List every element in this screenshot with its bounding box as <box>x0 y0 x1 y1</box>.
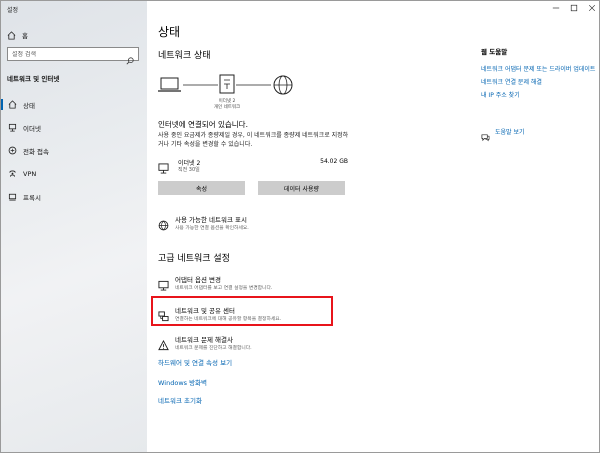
vpn-icon <box>8 169 17 178</box>
adapter-options-title: 어댑터 옵션 변경 <box>175 276 221 284</box>
show-networks-sub: 사용 가능한 연결 옵션을 확인하세요. <box>175 226 249 231</box>
troubleshooter-title: 네트워크 문제 해결사 <box>175 336 233 344</box>
minimize-icon[interactable] <box>547 1 565 15</box>
window-controls <box>547 1 599 15</box>
network-status-heading: 네트워크 상태 <box>158 51 211 61</box>
metered-description: 사용 중인 요금제가 종량제일 경우, 이 네트워크를 종량제 네트워크로 지정… <box>158 132 349 148</box>
warning-icon <box>158 336 169 351</box>
highlight-box <box>151 296 333 326</box>
home-label: 홈 <box>22 32 28 40</box>
sidebar-item-proxy[interactable]: 프록시 <box>1 185 147 208</box>
sidebar-section-title: 네트워크 및 인터넷 <box>7 75 60 83</box>
connection-status: 인터넷에 연결되어 있습니다. <box>158 120 248 129</box>
windows-firewall-link[interactable]: Windows 방화벽 <box>158 377 207 387</box>
ethernet-icon <box>8 123 17 132</box>
sidebar-item-label: 프록시 <box>23 193 41 202</box>
app-title: 설정 <box>7 7 19 14</box>
help-link-troubleshoot[interactable]: 네트워크 연결 문제 해결 <box>481 78 599 87</box>
home-icon <box>7 30 16 40</box>
home-nav[interactable]: 홈 <box>7 29 28 41</box>
home-network-icon <box>8 100 17 109</box>
sidebar-item-vpn[interactable]: VPN <box>1 162 147 185</box>
adapter-usage: 54.02 GB <box>320 158 348 165</box>
get-help-item[interactable]: 도움말 보기 <box>481 127 525 142</box>
settings-window: 설정 홈 네트워크 및 인터넷 상태 <box>0 0 600 453</box>
network-reset-link[interactable]: 네트워크 초기화 <box>158 395 202 405</box>
chat-icon <box>481 127 490 142</box>
show-networks-title: 사용 가능한 네트워크 표시 <box>175 216 247 224</box>
adapter-options-icon <box>158 276 169 291</box>
maximize-icon[interactable] <box>565 1 583 15</box>
sidebar-item-label: VPN <box>23 169 37 178</box>
sidebar-item-label: 이더넷 <box>23 124 41 133</box>
hardware-properties-link[interactable]: 하드웨어 및 연결 속성 보기 <box>158 357 232 367</box>
help-panel: 웹 도움말 네트워크 어댑터 문제 또는 드라이버 업데이트 네트워크 연결 문… <box>481 46 599 142</box>
adapter-period: 직전 30일 <box>178 167 200 173</box>
close-icon[interactable] <box>583 1 599 15</box>
sidebar-item-ethernet[interactable]: 이더넷 <box>1 116 147 139</box>
show-networks-item[interactable]: 사용 가능한 네트워크 표시 사용 가능한 연결 옵션을 확인하세요. <box>158 214 358 236</box>
laptop-icon <box>158 77 181 92</box>
sidebar-item-dialup[interactable]: 전화 접속 <box>1 139 147 162</box>
data-usage-button[interactable]: 데이터 사용량 <box>258 181 345 195</box>
diagram-network-label: 개인 네트워크 <box>213 105 241 110</box>
proxy-icon <box>8 192 17 201</box>
sidebar: 설정 홈 네트워크 및 인터넷 상태 <box>1 1 147 452</box>
adapter-options-item[interactable]: 어댑터 옵션 변경 네트워크 어댑터를 보고 연결 설정을 변경합니다. <box>158 274 358 296</box>
ethernet-adapter-icon <box>219 74 235 94</box>
sidebar-item-label: 상태 <box>23 101 35 110</box>
help-title: 웹 도움말 <box>481 48 508 56</box>
advanced-settings-heading: 고급 네트워크 설정 <box>158 254 230 264</box>
sidebar-item-status[interactable]: 상태 <box>1 93 147 116</box>
adapter-usage-row: 이더넷 2 직전 30일 54.02 GB <box>158 157 348 177</box>
help-link-adapter-driver[interactable]: 네트워크 어댑터 문제 또는 드라이버 업데이트 <box>481 65 599 74</box>
globe-icon <box>273 75 293 95</box>
search-input[interactable] <box>12 50 124 58</box>
sidebar-nav: 상태 이더넷 전화 접속 VPN 프록시 <box>1 93 147 208</box>
search-icon[interactable] <box>126 50 134 65</box>
troubleshooter-item[interactable]: 네트워크 문제 해결사 네트워크 문제를 진단하고 해결합니다. <box>158 334 358 356</box>
available-networks-icon <box>158 216 169 231</box>
main-panel: 상태 네트워크 상태 이더넷 2 개인 네트워크 인터넷에 연결되어 있습니다.… <box>147 1 599 452</box>
search-box[interactable] <box>7 47 139 65</box>
troubleshooter-sub: 네트워크 문제를 진단하고 해결합니다. <box>175 346 252 351</box>
help-link-find-ip[interactable]: 내 IP 주소 찾기 <box>481 91 599 100</box>
sidebar-item-label: 전화 접속 <box>23 147 49 156</box>
page-title: 상태 <box>158 25 181 39</box>
get-help-label: 도움말 보기 <box>495 129 525 136</box>
dialup-icon <box>8 146 17 155</box>
properties-button[interactable]: 속성 <box>158 181 245 195</box>
ethernet-icon <box>158 159 169 174</box>
adapter-options-sub: 네트워크 어댑터를 보고 연결 설정을 변경합니다. <box>175 286 273 291</box>
